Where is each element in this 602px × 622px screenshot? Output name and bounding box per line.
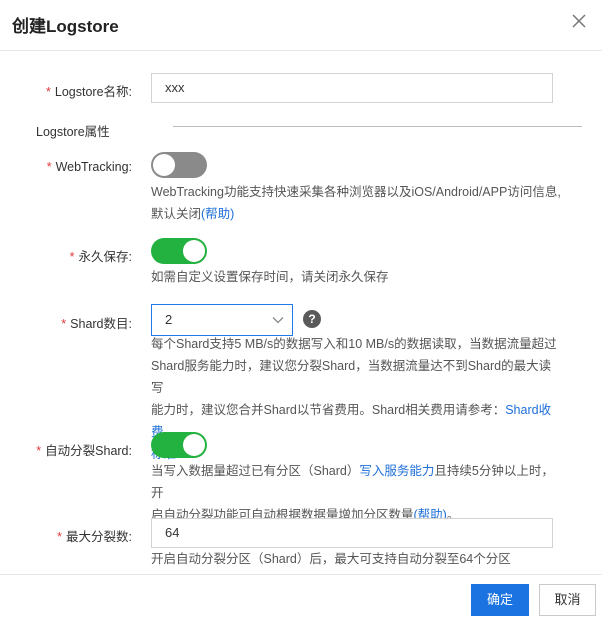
webtracking-help-line2: 默认关闭 xyxy=(151,207,202,221)
question-icon[interactable]: ? xyxy=(303,310,321,328)
permanent-help: 如需自定义设置保存时间，请关闭永久保存 xyxy=(151,270,389,284)
ok-button[interactable]: 确定 xyxy=(471,584,529,616)
shard-select[interactable]: 2 xyxy=(151,304,293,336)
write-capacity-link[interactable]: 写入服务能力 xyxy=(359,464,434,478)
auto-split-toggle[interactable] xyxy=(151,432,207,458)
section-divider xyxy=(173,126,582,127)
shard-help-line3: 能力时，建议您合并Shard以节省费用。Shard相关费用请参考： xyxy=(151,403,506,417)
shard-help: 每个Shard支持5 MB/s的数据写入和10 MB/s的数据读取，当数据流量超… xyxy=(151,333,561,465)
permanent-label: * 永久保存: xyxy=(69,250,132,264)
max-split-label: * 最大分裂数: xyxy=(57,530,132,544)
logstore-name-label: * Logstore名称: xyxy=(46,85,132,99)
shard-select-value: 2 xyxy=(165,312,173,327)
shard-label: * Shard数目: xyxy=(61,317,132,331)
auto-split-help: 当写入数据量超过已有分区（Shard）写入服务能力且持续5分钟以上时，开 启自动… xyxy=(151,460,561,526)
shard-help-line1: 每个Shard支持5 MB/s的数据写入和10 MB/s的数据读取，当数据流量超… xyxy=(151,337,557,351)
webtracking-label: * WebTracking: xyxy=(46,160,132,174)
shard-help-line2: Shard服务能力时，建议您分裂Shard，当数据流量达不到Shard的最大读写 xyxy=(151,359,552,395)
toggle-knob xyxy=(153,154,175,176)
toggle-knob xyxy=(183,434,205,456)
dialog-title: 创建Logstore xyxy=(12,17,119,36)
webtracking-help: WebTracking功能支持快速采集各种浏览器以及iOS/Android/AP… xyxy=(151,181,561,225)
max-split-help: 开启自动分裂分区（Shard）后，最大可支持自动分裂至64个分区 xyxy=(151,552,511,566)
close-icon[interactable] xyxy=(570,12,588,30)
cancel-button[interactable]: 取消 xyxy=(539,584,596,616)
logstore-name-input[interactable]: xxx xyxy=(151,73,553,103)
header-divider xyxy=(0,50,602,51)
permanent-toggle[interactable] xyxy=(151,238,207,264)
footer-divider xyxy=(0,574,602,575)
webtracking-help-link[interactable]: (帮助) xyxy=(201,207,234,221)
toggle-knob xyxy=(183,240,205,262)
max-split-input[interactable]: 64 xyxy=(151,518,553,548)
webtracking-toggle[interactable] xyxy=(151,152,207,178)
chevron-down-icon xyxy=(272,317,284,324)
section-title: Logstore属性 xyxy=(36,125,110,139)
webtracking-help-line1: WebTracking功能支持快速采集各种浏览器以及iOS/Android/AP… xyxy=(151,185,561,199)
auto-split-help-a: 当写入数据量超过已有分区（Shard） xyxy=(151,464,360,478)
auto-split-label: * 自动分裂Shard: xyxy=(36,444,132,458)
